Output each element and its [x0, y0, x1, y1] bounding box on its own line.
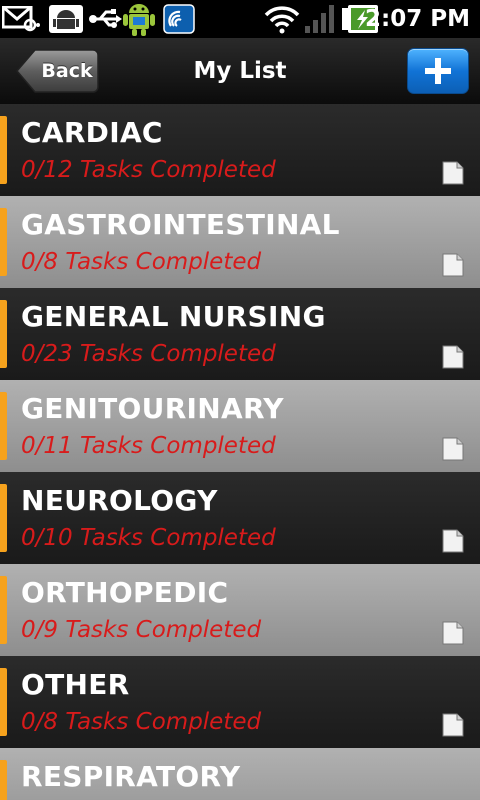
accent-bar [0, 116, 7, 184]
document-icon[interactable] [440, 528, 466, 554]
accent-bar [0, 208, 7, 276]
document-icon[interactable] [440, 344, 466, 370]
list-item[interactable]: CARDIAC 0/12 Tasks Completed [0, 104, 480, 196]
category-name: GENITOURINARY [21, 392, 284, 425]
tasks-completed: 0/9 Tasks Completed [21, 617, 262, 643]
plus-icon [425, 58, 451, 84]
category-name: NEUROLOGY [21, 484, 218, 517]
tasks-completed: 0/23 Tasks Completed [21, 341, 276, 367]
list-item[interactable]: GASTROINTESTINAL 0/8 Tasks Completed [0, 196, 480, 288]
wifi-icon [264, 6, 300, 34]
accent-bar [0, 576, 7, 644]
title-bar: Back My List [0, 38, 480, 105]
app-notification-icon [163, 4, 195, 34]
list-item[interactable]: RESPIRATORY [0, 748, 480, 800]
category-name: CARDIAC [21, 116, 163, 149]
category-name: OTHER [21, 668, 130, 701]
document-icon[interactable] [440, 252, 466, 278]
document-icon[interactable] [440, 436, 466, 462]
email-icon [2, 6, 40, 32]
accent-bar [0, 300, 7, 368]
list-item[interactable]: NEUROLOGY 0/10 Tasks Completed [0, 472, 480, 564]
tasks-completed: 0/11 Tasks Completed [21, 433, 276, 459]
android-robot-icon [123, 4, 155, 36]
document-icon[interactable] [440, 160, 466, 186]
signal-icon [305, 5, 334, 33]
status-bar: 2:07 PM [0, 0, 480, 38]
tasks-completed: 0/8 Tasks Completed [21, 709, 262, 735]
category-name: ORTHOPEDIC [21, 576, 229, 609]
status-time: 2:07 PM [365, 6, 470, 32]
usb-icon [89, 9, 122, 28]
category-name: GENERAL NURSING [21, 300, 326, 333]
list-item[interactable]: OTHER 0/8 Tasks Completed [0, 656, 480, 748]
add-button[interactable] [407, 48, 469, 94]
accent-bar [0, 668, 7, 736]
category-list: CARDIAC 0/12 Tasks Completed GASTROINTES… [0, 104, 480, 800]
document-icon[interactable] [440, 620, 466, 646]
accent-bar [0, 392, 7, 460]
tasks-completed: 0/8 Tasks Completed [21, 249, 262, 275]
list-item[interactable]: ORTHOPEDIC 0/9 Tasks Completed [0, 564, 480, 656]
category-name: GASTROINTESTINAL [21, 208, 340, 241]
list-item[interactable]: GENERAL NURSING 0/23 Tasks Completed [0, 288, 480, 380]
document-icon[interactable] [440, 712, 466, 738]
list-item[interactable]: GENITOURINARY 0/11 Tasks Completed [0, 380, 480, 472]
accent-bar [0, 760, 7, 800]
tasks-completed: 0/10 Tasks Completed [21, 525, 276, 551]
category-name: RESPIRATORY [21, 760, 241, 793]
android-debug-icon [49, 5, 83, 33]
tasks-completed: 0/12 Tasks Completed [21, 157, 276, 183]
accent-bar [0, 484, 7, 552]
